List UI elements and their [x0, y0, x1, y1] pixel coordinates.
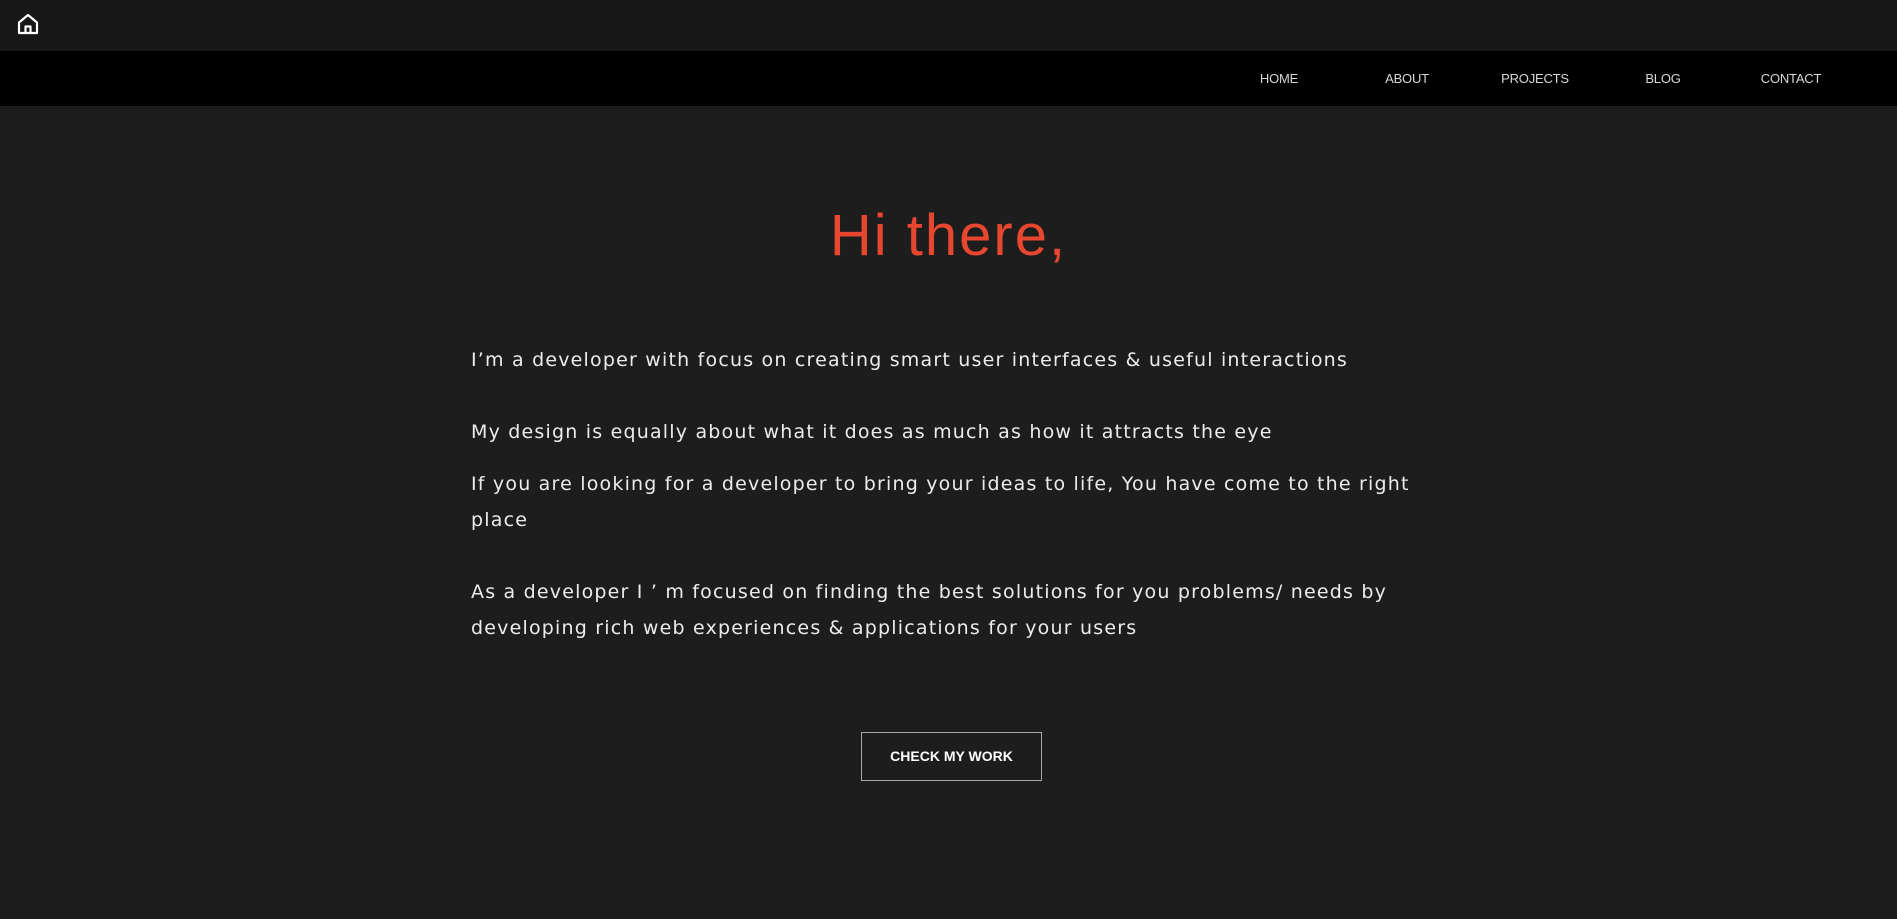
intro-paragraph: If you are looking for a developer to br… — [471, 473, 1410, 531]
hero-title: Hi there, — [829, 203, 1068, 268]
home-icon[interactable] — [16, 12, 40, 36]
top-bar — [0, 0, 1897, 51]
nav-home[interactable]: HOME — [1224, 51, 1334, 106]
intro-paragraph: I’m a developer with focus on creating s… — [471, 349, 1349, 371]
intro-paragraph: As a developer I ’ m focused on finding … — [471, 581, 1388, 639]
nav-blog[interactable]: BLOG — [1608, 51, 1718, 106]
check-my-work-button[interactable]: CHECK MY WORK — [861, 732, 1042, 781]
nav-contact[interactable]: CONTACT — [1736, 51, 1846, 106]
intro-paragraph: My design is equally about what it does … — [471, 421, 1273, 443]
main-nav: HOME ABOUT PROJECTS BLOG CONTACT — [0, 51, 1897, 106]
nav-about[interactable]: ABOUT — [1352, 51, 1462, 106]
nav-projects[interactable]: PROJECTS — [1480, 51, 1590, 106]
